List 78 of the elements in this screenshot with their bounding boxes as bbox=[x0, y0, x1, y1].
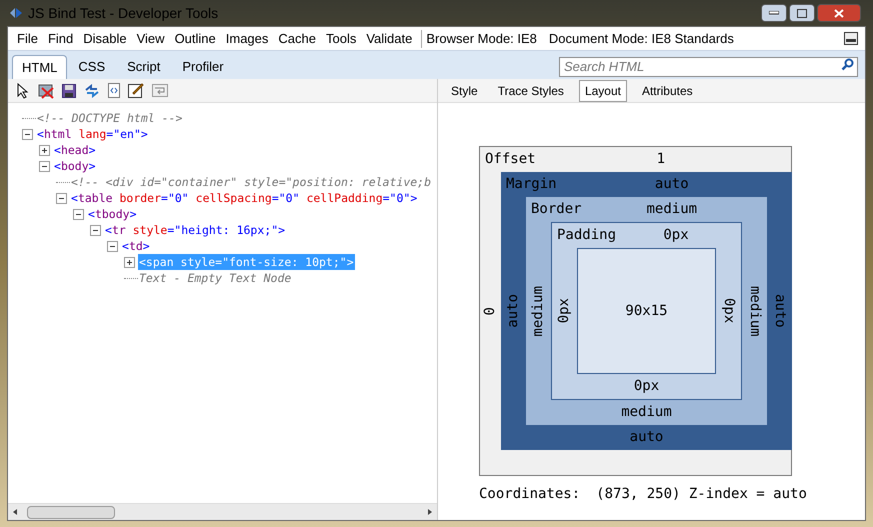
border-left-value: medium bbox=[529, 286, 547, 336]
tab[interactable]: Script bbox=[116, 55, 172, 79]
mode-menu[interactable]: Browser Mode: IE8 bbox=[426, 28, 537, 48]
tab[interactable]: Layout bbox=[578, 80, 627, 102]
save-icon[interactable] bbox=[62, 84, 76, 98]
margin-label: Margin bbox=[506, 175, 557, 194]
close-icon bbox=[834, 8, 844, 18]
menu-item[interactable]: Outline bbox=[170, 28, 221, 48]
expand-icon[interactable] bbox=[124, 256, 135, 268]
edit-icon[interactable] bbox=[128, 83, 144, 98]
offset-left-value: 0 bbox=[481, 306, 499, 316]
tab[interactable]: HTML bbox=[12, 55, 68, 79]
tree-comment[interactable]: <!-- <div id="container" style="position: relative;b bbox=[70, 174, 432, 190]
padding-label: Padding bbox=[557, 226, 616, 245]
pointer-icon[interactable] bbox=[16, 82, 30, 98]
coordinates-label: Coordinates: bbox=[479, 485, 580, 504]
close-button[interactable] bbox=[817, 4, 861, 22]
menu-item[interactable]: View bbox=[132, 28, 170, 48]
menu-item[interactable]: Validate bbox=[361, 28, 418, 48]
content-size: 90x15 bbox=[625, 302, 668, 320]
border-right-value: medium bbox=[746, 286, 764, 336]
maximize-button[interactable] bbox=[789, 4, 815, 22]
search-icon bbox=[841, 58, 854, 71]
scrollbar-thumb[interactable] bbox=[27, 506, 115, 518]
tree-comment[interactable]: Text - Empty Text Node bbox=[138, 270, 292, 286]
menu-item[interactable]: Tools bbox=[320, 28, 362, 48]
maximize-icon bbox=[797, 8, 807, 18]
tab[interactable]: Attributes bbox=[636, 82, 698, 100]
margin-right-value: auto bbox=[771, 294, 789, 328]
margin-top-value: auto bbox=[654, 175, 690, 194]
margin-left-value: auto bbox=[504, 294, 522, 328]
dock-icon[interactable] bbox=[844, 32, 858, 45]
tree-node[interactable]: <html lang="en"> bbox=[36, 126, 149, 142]
app-icon bbox=[8, 5, 24, 21]
padding-right-value: 0px bbox=[720, 298, 738, 324]
menu-item[interactable]: File bbox=[12, 28, 43, 48]
padding-top-value: 0px bbox=[662, 226, 690, 245]
refresh-icon[interactable] bbox=[84, 84, 100, 98]
collapse-icon[interactable] bbox=[90, 224, 101, 236]
tab[interactable]: CSS bbox=[67, 55, 116, 79]
expand-icon[interactable] bbox=[39, 144, 50, 156]
padding-bottom-value: 0px bbox=[634, 377, 660, 396]
tree-node[interactable]: <head> bbox=[53, 142, 97, 158]
padding-left-value: 0px bbox=[555, 298, 573, 324]
coordinates-value: (873, 250) Z-index = auto bbox=[596, 485, 807, 504]
minimize-button[interactable] bbox=[761, 4, 787, 22]
tab[interactable]: Profiler bbox=[171, 55, 235, 79]
window-title: JS Bind Test - Developer Tools bbox=[28, 4, 218, 23]
menu-item[interactable]: Find bbox=[42, 28, 78, 48]
mode-menu[interactable]: Document Mode: IE8 Standards bbox=[548, 28, 734, 48]
collapse-icon[interactable] bbox=[73, 208, 84, 220]
collapse-icon[interactable] bbox=[22, 128, 33, 140]
border-bottom-value: medium bbox=[621, 403, 672, 422]
menu-item[interactable]: Disable bbox=[78, 28, 132, 48]
tree-node[interactable]: <tr style="height: 16px;"> bbox=[104, 222, 286, 238]
tree-node[interactable]: <td> bbox=[121, 238, 151, 254]
collapse-icon[interactable] bbox=[56, 192, 67, 204]
border-top-value: medium bbox=[646, 200, 698, 219]
tree-comment[interactable]: <!-- DOCTYPE html --> bbox=[36, 110, 184, 126]
tree-node[interactable]: <table border="0" cellSpacing="0" cellPadding="0"> bbox=[70, 190, 418, 206]
minimize-icon bbox=[769, 11, 779, 15]
menu-item[interactable]: Images bbox=[220, 28, 274, 48]
margin-bottom-value: auto bbox=[630, 428, 664, 447]
tab[interactable]: Trace Styles bbox=[492, 82, 569, 100]
clear-icon[interactable] bbox=[38, 82, 54, 98]
tab[interactable]: Style bbox=[446, 82, 483, 100]
document-icon[interactable] bbox=[108, 83, 120, 98]
search-field[interactable]: Search HTML bbox=[559, 56, 858, 76]
horizontal-scrollbar[interactable] bbox=[8, 503, 437, 520]
tree-node[interactable]: <tbody> bbox=[87, 206, 138, 222]
offset-top-value: 1 bbox=[656, 150, 666, 169]
tree-node[interactable]: <body> bbox=[53, 158, 97, 174]
menu-item[interactable]: Cache bbox=[273, 28, 321, 48]
collapse-icon[interactable] bbox=[39, 160, 50, 172]
collapse-icon[interactable] bbox=[107, 240, 118, 252]
offset-label: Offset bbox=[485, 150, 536, 169]
word-wrap-icon[interactable] bbox=[152, 84, 168, 97]
border-label: Border bbox=[531, 200, 582, 219]
